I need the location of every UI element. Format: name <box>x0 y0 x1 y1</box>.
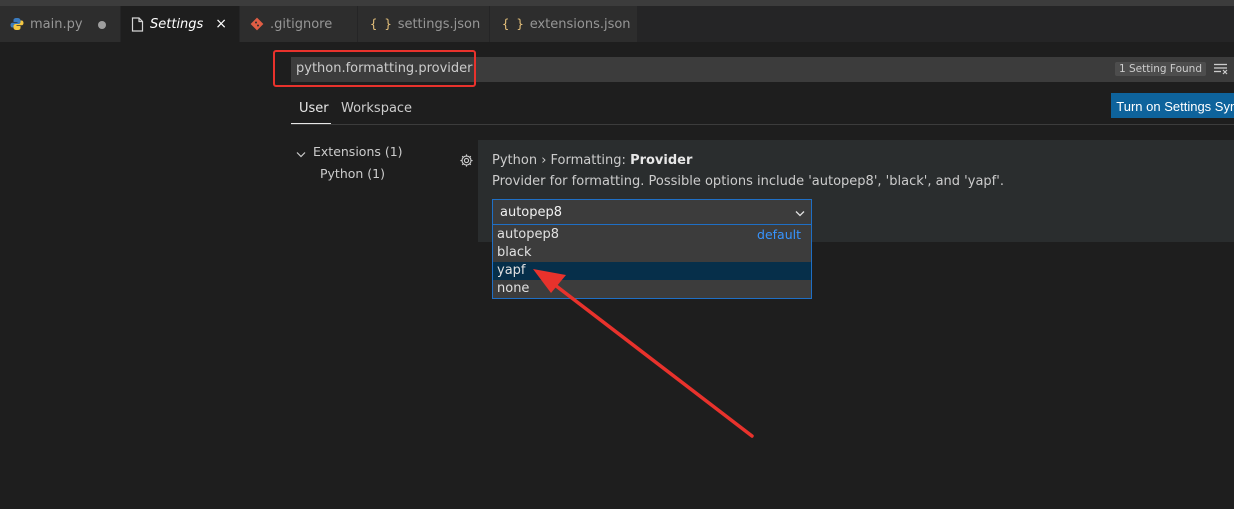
annotation-arrow-icon <box>533 269 754 438</box>
